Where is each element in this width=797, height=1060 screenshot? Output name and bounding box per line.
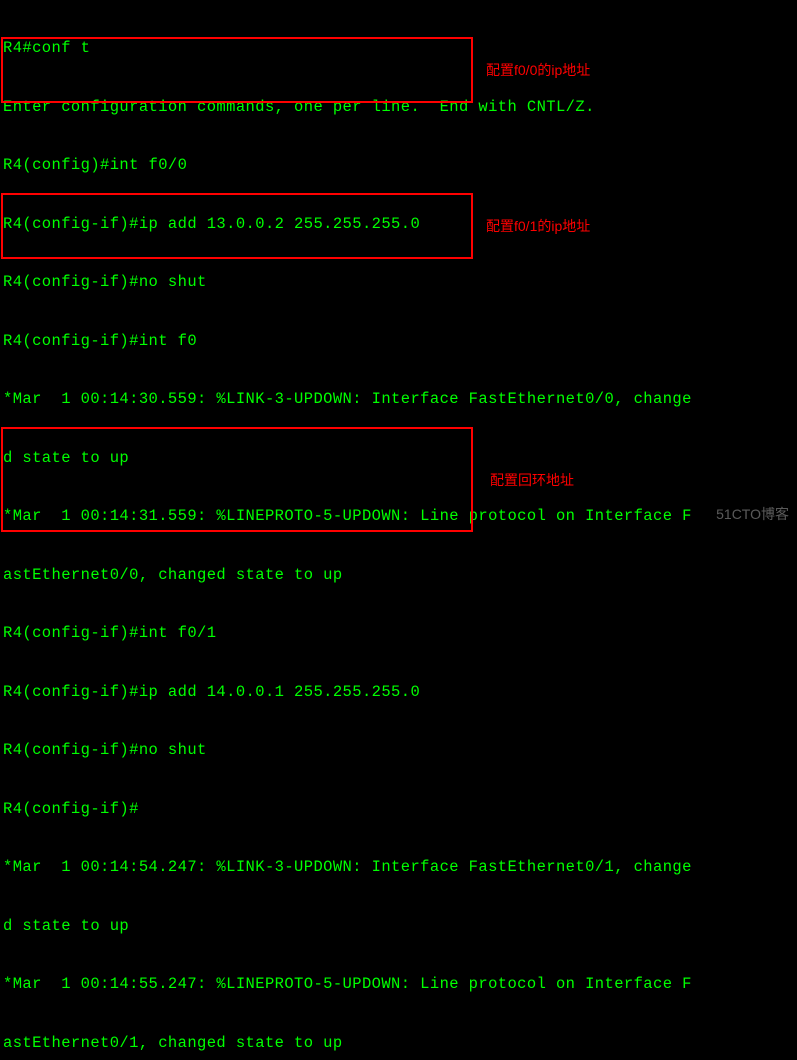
terminal-line: *Mar 1 00:14:55.247: %LINEPROTO-5-UPDOWN… [3, 975, 797, 995]
terminal-line: d state to up [3, 917, 797, 937]
highlight-box-loopback [1, 427, 473, 532]
terminal-line: R4(config-if)#no shut [3, 273, 797, 293]
terminal-line: *Mar 1 00:14:30.559: %LINK-3-UPDOWN: Int… [3, 390, 797, 410]
terminal-line: R4(config-if)#no shut [3, 741, 797, 761]
terminal-line: astEthernet0/1, changed state to up [3, 1034, 797, 1054]
annotation-f00: 配置f0/0的ip地址 [486, 62, 590, 78]
terminal-line: R4(config)#int f0/0 [3, 156, 797, 176]
highlight-box-f00 [1, 37, 473, 103]
highlight-box-f01 [1, 193, 473, 259]
terminal-line: R4(config-if)#int f0/1 [3, 624, 797, 644]
terminal-line: astEthernet0/0, changed state to up [3, 566, 797, 586]
annotation-loopback: 配置回环地址 [490, 472, 574, 488]
terminal-line: R4(config-if)#ip add 14.0.0.1 255.255.25… [3, 683, 797, 703]
terminal-line: R4(config-if)#int f0 [3, 332, 797, 352]
terminal-line: R4(config-if)# [3, 800, 797, 820]
watermark: 51CTO博客 [716, 505, 789, 525]
terminal-line: *Mar 1 00:14:54.247: %LINK-3-UPDOWN: Int… [3, 858, 797, 878]
annotation-f01: 配置f0/1的ip地址 [486, 218, 590, 234]
